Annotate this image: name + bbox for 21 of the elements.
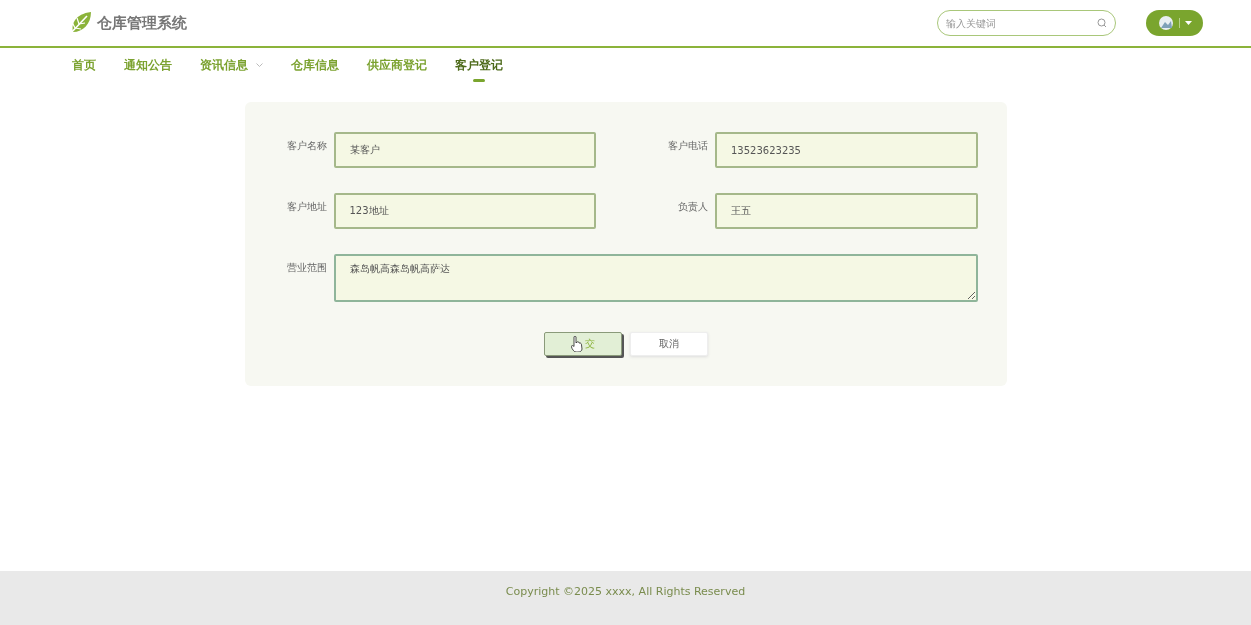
hand-cursor-icon	[570, 336, 583, 352]
search-field[interactable]: 输入关键词	[937, 10, 1116, 36]
textarea-field[interactable]: 森岛帆高森岛帆高萨达	[333, 254, 978, 302]
cancel-button[interactable]: 取消	[629, 332, 708, 356]
app-title: 仓库管理系统	[97, 13, 187, 33]
chevron-down-icon	[256, 62, 263, 68]
field-label: 客户地址	[285, 200, 327, 214]
field-label: 营业范围	[285, 261, 327, 275]
nav-tab[interactable]: 客户登记	[445, 52, 513, 82]
field-label: 负责人	[677, 200, 708, 214]
search-icon	[1097, 18, 1107, 28]
avatar-icon	[1157, 15, 1174, 31]
input-field[interactable]: 123地址	[333, 193, 596, 229]
input-field[interactable]: 13523623235	[715, 132, 978, 168]
input-field[interactable]: 王五	[715, 193, 978, 229]
copyright-text: Copyright ©2025 xxxx, All Rights Reserved	[505, 585, 746, 600]
field-label: 客户电话	[667, 139, 708, 153]
input-field[interactable]: 某客户	[333, 132, 596, 168]
user-menu-button[interactable]	[1146, 10, 1203, 36]
field-label: 客户名称	[285, 139, 327, 153]
caret-icon	[1184, 21, 1192, 25]
